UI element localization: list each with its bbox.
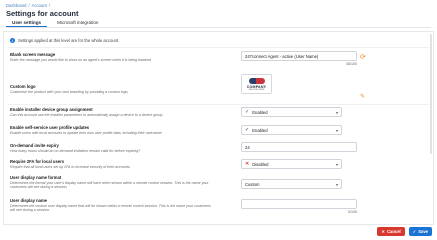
- setting-description: Can this account use the installer param…: [10, 113, 164, 117]
- setting-self-service: Enable self-service user profile updates…: [10, 125, 427, 135]
- require-2fa-select[interactable]: ✕ Disabled ▾: [241, 159, 342, 169]
- setting-label: Require 2FA for local users: [10, 159, 65, 164]
- save-label: Save: [418, 229, 428, 234]
- setting-label: Custom logo: [10, 84, 36, 89]
- char-counter: 0/100: [348, 210, 357, 214]
- breadcrumb-sep: /: [28, 3, 30, 8]
- setting-require-2fa: Require 2FA for local users Require that…: [10, 159, 427, 169]
- settings-page: Dashboard / Account / Settings for accou…: [0, 0, 437, 238]
- display-name-control: 0/100: [241, 199, 357, 214]
- setting-on-demand-expiry: On-demand invite expiry How many hours s…: [10, 143, 427, 153]
- footer-actions: ✕ Cancel ✓ Save: [0, 225, 437, 238]
- info-icon: i: [10, 38, 15, 43]
- settings-panel: i Settings applied at this level are for…: [3, 31, 434, 225]
- self-service-select[interactable]: ✓ Enabled ▾: [241, 125, 342, 135]
- breadcrumb-dashboard[interactable]: Dashboard: [6, 3, 27, 8]
- installer-group-select[interactable]: ✓ Enabled ▾: [241, 107, 342, 117]
- setting-description: Enter the message you would like to show…: [10, 58, 151, 62]
- check-icon: ✓: [245, 127, 250, 133]
- check-icon: ✓: [245, 109, 250, 115]
- setting-label: User display name format: [10, 175, 62, 180]
- setting-label: User display name: [10, 198, 48, 203]
- info-banner: i Settings applied at this level are for…: [10, 38, 119, 43]
- caret-down-icon: ▾: [335, 161, 338, 167]
- scrollbar[interactable]: [430, 34, 432, 154]
- cancel-label: Cancel: [386, 229, 401, 234]
- info-text: Settings applied at this level are for t…: [18, 38, 120, 43]
- refresh-icon[interactable]: ⟳: [360, 53, 366, 61]
- select-value: Enabled: [252, 109, 268, 115]
- setting-description: Determines the format your user's displa…: [10, 181, 209, 190]
- setting-label: Enable installer device group assignment: [10, 107, 93, 112]
- setting-display-name: User display name Determines the custom …: [10, 198, 427, 213]
- setting-description: Enable users with local accounts to upda…: [10, 131, 163, 135]
- logo-preview[interactable]: COMPANY TAGLINE HERE: [241, 74, 272, 94]
- company-logo-mark: [247, 77, 267, 85]
- char-counter: 38/100: [346, 62, 357, 66]
- edit-icon[interactable]: ✎: [360, 93, 365, 100]
- caret-down-icon: ▾: [335, 109, 338, 115]
- setting-label: On-demand invite expiry: [10, 143, 59, 148]
- setting-installer-group: Enable installer device group assignment…: [10, 107, 427, 117]
- close-icon: ✕: [381, 229, 385, 234]
- setting-description: How many hours should an on-demand invit…: [10, 149, 141, 153]
- blank-screen-input[interactable]: 247connect Agent - active (User Name): [241, 51, 357, 61]
- select-value: Enabled: [252, 127, 268, 133]
- x-icon: ✕: [245, 161, 250, 167]
- setting-display-name-format: User display name format Determines the …: [10, 175, 427, 190]
- tab-microsoft-integration[interactable]: Microsoft integration: [51, 18, 104, 27]
- divider: [8, 47, 429, 48]
- display-name-format-select[interactable]: Custom ▾: [241, 179, 342, 189]
- setting-description: Customise the product with your own bran…: [10, 90, 129, 94]
- setting-description: Determines the custom user display name …: [10, 204, 211, 213]
- tab-bar: User settings Microsoft integration: [6, 18, 431, 28]
- divider: [8, 104, 429, 105]
- setting-label: Enable self-service user profile updates: [10, 125, 90, 130]
- page-title: Settings for account: [6, 9, 79, 18]
- setting-description: Require that all local users set up 2FA …: [10, 165, 131, 169]
- breadcrumb: Dashboard / Account /: [6, 3, 50, 8]
- on-demand-expiry-input[interactable]: 24: [241, 142, 357, 152]
- tab-user-settings[interactable]: User settings: [6, 18, 48, 27]
- display-name-input[interactable]: [241, 199, 357, 209]
- select-value: Disabled: [252, 161, 269, 167]
- caret-down-icon: ▾: [335, 127, 338, 133]
- logo-tagline: TAGLINE HERE: [248, 89, 265, 91]
- breadcrumb-sep: /: [48, 3, 50, 8]
- save-icon: ✓: [412, 229, 417, 234]
- blank-screen-control: 247connect Agent - active (User Name) 38…: [241, 51, 357, 66]
- save-button[interactable]: ✓ Save: [408, 227, 432, 236]
- breadcrumb-account[interactable]: Account: [32, 3, 47, 8]
- caret-down-icon: ▾: [335, 181, 338, 187]
- select-value: Custom: [245, 181, 260, 187]
- cancel-button[interactable]: ✕ Cancel: [377, 227, 405, 236]
